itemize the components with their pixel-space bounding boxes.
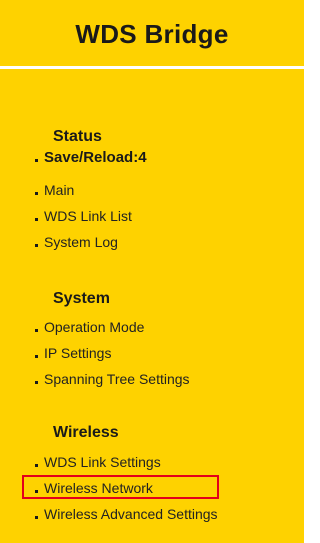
section-title-system: System <box>53 290 110 307</box>
section-title-status: Status <box>53 128 102 145</box>
square-bullet-icon <box>35 463 38 467</box>
square-bullet-icon <box>35 354 38 358</box>
nav-item-label: IP Settings <box>44 345 112 361</box>
nav-item-label: System Log <box>44 234 118 250</box>
app-title: WDS Bridge <box>75 19 229 49</box>
nav-item-label: Main <box>44 182 75 198</box>
nav-item-spanning-tree-settings[interactable]: Spanning Tree Settings <box>35 369 190 389</box>
nav-item-label: Wireless Network <box>44 480 153 496</box>
nav-item-wds-link-settings[interactable]: WDS Link Settings <box>35 452 161 472</box>
header: WDS Bridge <box>0 0 304 66</box>
nav-item-label: Spanning Tree Settings <box>44 371 190 387</box>
nav-item-wireless-advanced-settings[interactable]: Wireless Advanced Settings <box>35 504 218 524</box>
square-bullet-icon <box>35 515 38 519</box>
navigation-panel: WDS Bridge Status Save/Reload:4 Main WDS… <box>0 0 304 543</box>
square-bullet-icon <box>35 158 38 162</box>
square-bullet-icon <box>35 243 38 247</box>
nav-item-main[interactable]: Main <box>35 180 74 200</box>
square-bullet-icon <box>35 328 38 332</box>
nav-item-wds-link-list[interactable]: WDS Link List <box>35 206 132 226</box>
square-bullet-icon <box>35 217 38 221</box>
section-title-wireless: Wireless <box>53 424 119 441</box>
nav-item-label: Wireless Advanced Settings <box>44 506 218 522</box>
nav-item-label: Operation Mode <box>44 319 145 335</box>
nav-item-operation-mode[interactable]: Operation Mode <box>35 317 144 337</box>
nav-item-label: Save/Reload:4 <box>44 148 147 166</box>
nav-item-ip-settings[interactable]: IP Settings <box>35 343 111 363</box>
nav-item-wireless-network[interactable]: Wireless Network <box>35 478 153 498</box>
nav-item-system-log[interactable]: System Log <box>35 232 118 252</box>
square-bullet-icon <box>35 489 38 493</box>
square-bullet-icon <box>35 380 38 384</box>
header-divider <box>0 66 304 69</box>
nav-item-label: WDS Link Settings <box>44 454 161 470</box>
square-bullet-icon <box>35 191 38 195</box>
nav-item-save-reload[interactable]: Save/Reload:4 <box>35 147 147 167</box>
nav-item-label: WDS Link List <box>44 208 132 224</box>
